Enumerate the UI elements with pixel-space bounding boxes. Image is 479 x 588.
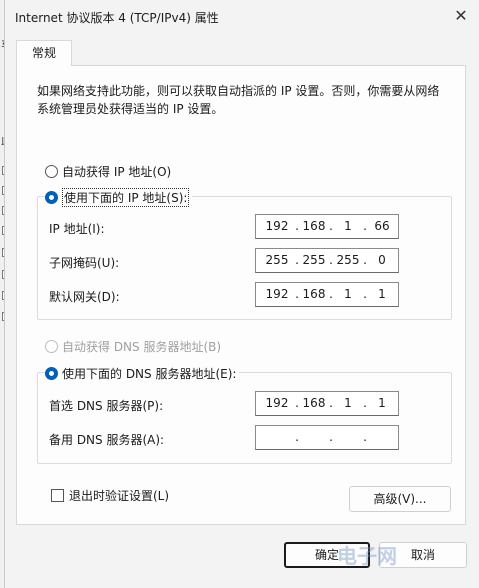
ip-manual-label: 使用下面的 IP 地址(S): [62, 187, 190, 207]
ip-auto-label: 自动获得 IP 地址(O) [62, 164, 172, 179]
tab-panel-general: 如果网络支持此功能，则可以获取自动指派的 IP 设置。否则，你需要从网络系统管理… [16, 65, 466, 525]
dns-auto-label: 自动获得 DNS 服务器地址(B) [62, 339, 222, 354]
subnet-mask-field[interactable]: 255. 255. 255. 0 [255, 248, 399, 273]
subnet-mask-label: 子网掩码(U): [49, 256, 120, 270]
close-icon[interactable]: ✕ [443, 0, 479, 32]
alternate-dns-field[interactable]: . . . [255, 425, 399, 450]
radio-selected-icon [45, 190, 58, 204]
description-text: 如果网络支持此功能，则可以获取自动指派的 IP 设置。否则，你需要从网络系统管理… [37, 84, 440, 116]
alternate-dns-label: 备用 DNS 服务器(A): [49, 433, 165, 447]
watermark: 电子网 [337, 544, 397, 568]
preferred-dns-label: 首选 DNS 服务器(P): [49, 399, 164, 413]
default-gateway-field[interactable]: 192. 168. 1. 1 [255, 282, 399, 307]
title-bar: Internet 协议版本 4 (TCP/IPv4) 属性 ✕ [5, 0, 479, 32]
radio-icon [45, 164, 58, 178]
ip-address-label: IP 地址(I): [49, 222, 105, 236]
ip-auto-radio[interactable]: 自动获得 IP 地址(O) [45, 162, 171, 180]
validate-on-exit-label: 退出时验证设置(L) [69, 489, 170, 503]
ipv4-properties-dialog: Internet 协议版本 4 (TCP/IPv4) 属性 ✕ 常规 如果网络支… [4, 0, 479, 588]
ip-address-field[interactable]: 192. 168. 1. 66 [255, 214, 399, 239]
dns-manual-radio[interactable]: 使用下面的 DNS 服务器地址(E): [45, 364, 240, 382]
ip-manual-radio[interactable]: 使用下面的 IP 地址(S): [45, 187, 193, 207]
dns-manual-group [37, 372, 452, 464]
preferred-dns-field[interactable]: 192. 168. 1. 1 [255, 391, 399, 416]
dns-manual-label: 使用下面的 DNS 服务器地址(E): [62, 366, 237, 381]
dns-auto-radio[interactable]: 自动获得 DNS 服务器地址(B) [45, 337, 221, 355]
tab-general[interactable]: 常规 [16, 40, 72, 66]
radio-selected-icon [45, 366, 58, 380]
validate-on-exit-checkbox[interactable] [51, 489, 64, 502]
advanced-button[interactable]: 高级(V)... [349, 486, 451, 512]
window-title: Internet 协议版本 4 (TCP/IPv4) 属性 [15, 11, 219, 25]
default-gateway-label: 默认网关(D): [49, 290, 120, 304]
radio-icon [45, 339, 58, 353]
